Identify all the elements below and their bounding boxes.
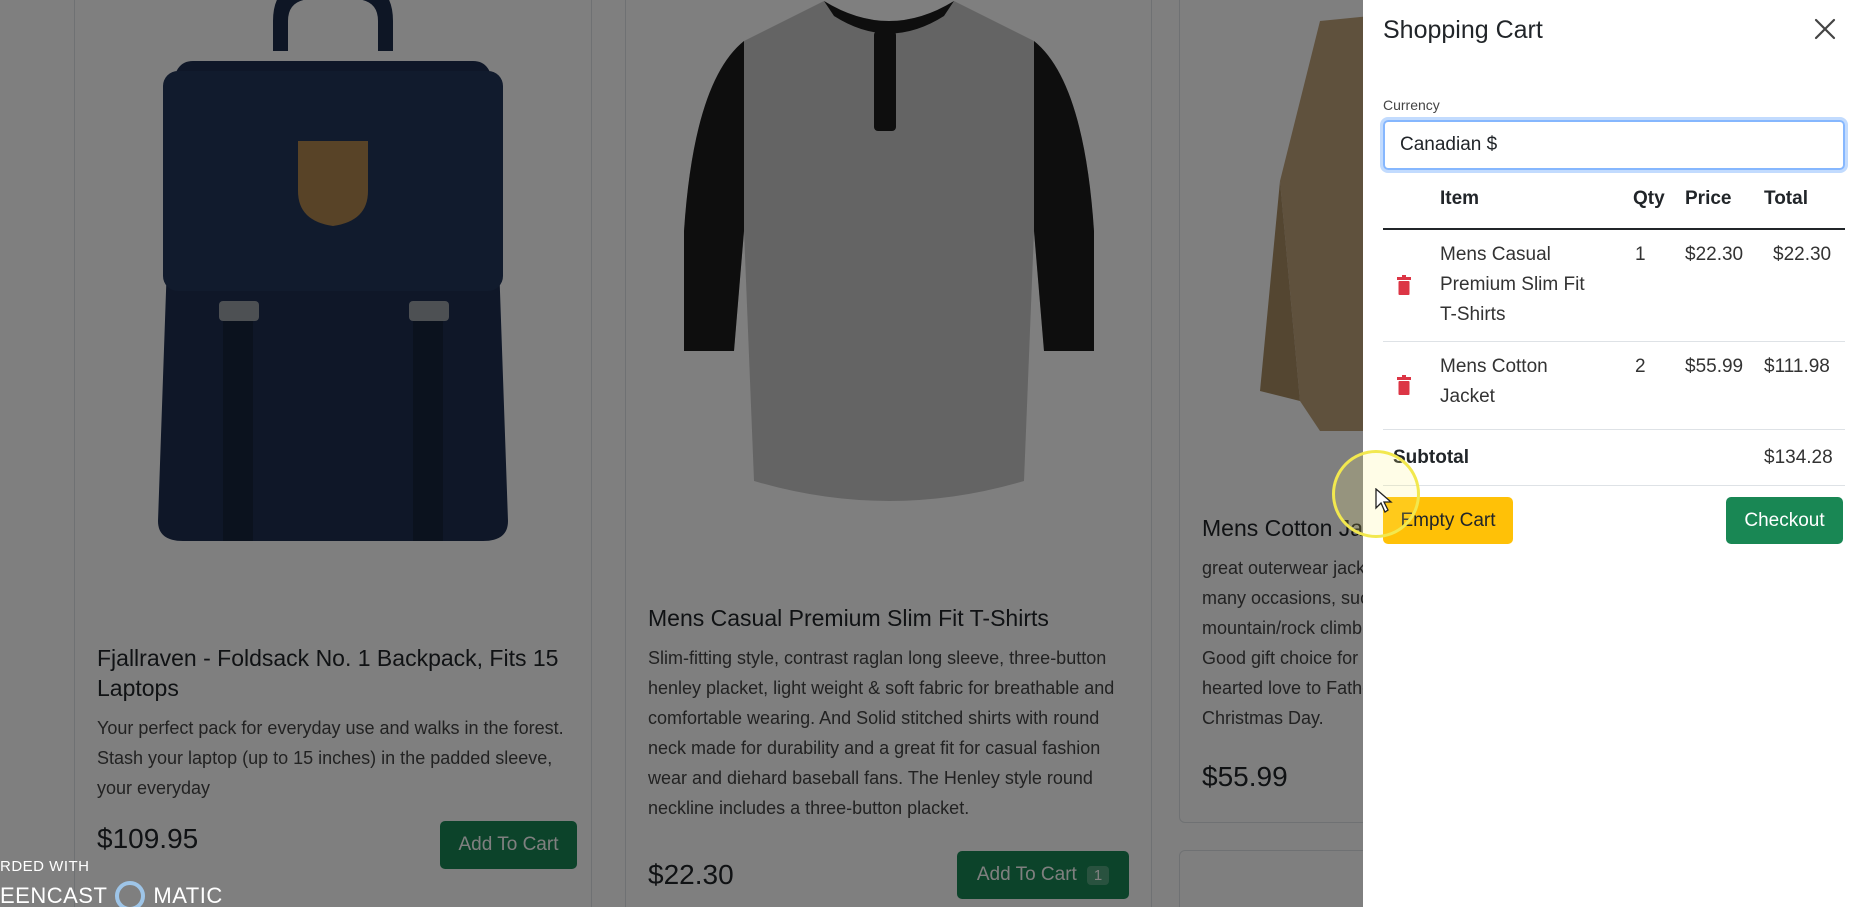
cart-item-qty: 2 <box>1635 356 1646 377</box>
cart-item-name: Mens Casual Premium Slim Fit T-Shirts <box>1440 240 1585 330</box>
table-row: Mens Cotton Jacket 2 $55.99 $111.98 <box>1383 342 1845 430</box>
close-icon <box>1814 18 1836 40</box>
currency-label: Currency <box>1383 97 1440 113</box>
item-name-line: Mens Casual <box>1440 244 1551 265</box>
cart-item-total: $111.98 <box>1764 356 1830 377</box>
shopping-cart-panel: Shopping Cart Currency Canadian $ Item Q… <box>1363 0 1854 907</box>
subtotal-row: Subtotal $134.28 <box>1383 430 1845 486</box>
checkout-button[interactable]: Checkout <box>1726 497 1843 544</box>
cart-item-qty: 1 <box>1635 244 1646 265</box>
trash-icon[interactable] <box>1397 375 1411 395</box>
column-header-item: Item <box>1440 188 1480 209</box>
watermark-logo-icon <box>115 881 146 907</box>
watermark-text-a: EENCAST <box>0 883 108 907</box>
cart-item-total: $22.30 <box>1773 244 1832 265</box>
cart-title: Shopping Cart <box>1383 16 1543 44</box>
item-name-line: Jacket <box>1440 386 1495 407</box>
close-button[interactable] <box>1810 14 1840 44</box>
recording-watermark: RDED WITH EENCAST MATIC <box>0 858 223 907</box>
watermark-line-2: EENCAST MATIC <box>0 881 223 907</box>
watermark-line-1: RDED WITH <box>0 858 90 875</box>
column-header-price: Price <box>1685 188 1732 209</box>
column-header-qty: Qty <box>1633 188 1665 209</box>
table-row: Mens Casual Premium Slim Fit T-Shirts 1 … <box>1383 230 1845 342</box>
watermark-text-b: MATIC <box>153 883 223 907</box>
subtotal-value: $134.28 <box>1764 447 1833 468</box>
cart-item-price: $55.99 <box>1685 356 1744 377</box>
cart-item-name: Mens Cotton Jacket <box>1440 352 1548 412</box>
item-name-line: Premium Slim Fit <box>1440 274 1585 295</box>
mouse-pointer-icon <box>1375 488 1393 513</box>
cart-item-price: $22.30 <box>1685 244 1744 265</box>
column-header-total: Total <box>1764 188 1808 209</box>
offcanvas-backdrop[interactable] <box>0 0 1363 907</box>
item-name-line: Mens Cotton <box>1440 356 1548 377</box>
trash-icon[interactable] <box>1397 275 1411 295</box>
item-name-line: T-Shirts <box>1440 304 1506 325</box>
currency-select[interactable]: Canadian $ <box>1383 120 1845 170</box>
